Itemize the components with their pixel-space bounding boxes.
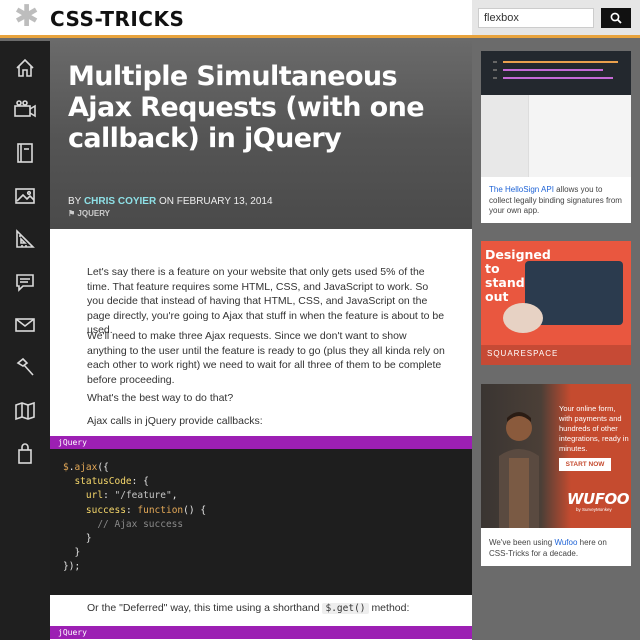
nav-map[interactable] (0, 391, 50, 431)
ad-hellosign[interactable]: The HelloSign API allows you to collect … (481, 51, 631, 223)
code-language-label-2: jQuery (50, 626, 472, 639)
nav-videos[interactable] (0, 90, 50, 130)
tag-icon: ⚑ (68, 209, 76, 218)
ad-squarespace[interactable]: Designed to stand out SQUARESPACE (481, 241, 631, 365)
ad-hellosign-copy: The HelloSign API allows you to collect … (489, 185, 625, 217)
publish-date: ON FEBRUARY 13, 2014 (158, 196, 273, 207)
map-icon (15, 401, 35, 421)
search-icon (610, 12, 622, 24)
deferred-text-after: method: (371, 602, 410, 614)
chat-icon (16, 274, 34, 292)
code-language-label: jQuery (50, 436, 472, 449)
nav-almanac[interactable] (0, 133, 50, 173)
nav-home[interactable] (0, 48, 50, 88)
ad-app-sidebar (481, 95, 529, 177)
byline: BY CHRIS COYIER ON FEBRUARY 13, 2014 (68, 196, 273, 207)
code-line: url: "/feature", (85, 490, 178, 502)
logo-star-icon[interactable]: ✱ (14, 2, 39, 32)
image-icon (15, 188, 35, 204)
ad-wufoo-photo: Your online form, with payments and hund… (481, 384, 631, 528)
wufoo-by: by SurveyMonkey (576, 507, 612, 512)
nav-jobs[interactable] (0, 348, 50, 388)
site-logo[interactable]: CSS-TRICKS (50, 7, 184, 31)
article-title: Multiple Simultaneous Ajax Requests (wit… (68, 61, 425, 154)
nav-forums[interactable] (0, 262, 50, 302)
deferred-text-before: Or the "Deferred" way, this time using a… (87, 602, 320, 614)
ad-hellosign-screenshot (481, 51, 631, 177)
ad-wufoo-caption: We've been using Wufoo here on CSS-Trick… (489, 538, 625, 559)
paragraph-1: Let's say there is a feature on your web… (87, 266, 445, 336)
nav-guides[interactable] (0, 219, 50, 259)
ad-wufoo[interactable]: Your online form, with payments and hund… (481, 384, 631, 566)
ruler-triangle-icon (16, 229, 35, 248)
search-button[interactable] (601, 8, 631, 28)
author-link[interactable]: CHRIS COYIER (84, 196, 156, 207)
wufoo-copy: Your online form, with payments and hund… (559, 404, 629, 453)
tag-link-jquery[interactable]: JQUERY (77, 209, 110, 218)
ad-squarespace-headline: Designed to stand out (485, 247, 551, 304)
paragraph-2: We'll need to make three Ajax requests. … (87, 330, 445, 386)
byline-prefix: BY (68, 196, 82, 207)
ad-app-mock (481, 95, 631, 177)
home-icon (16, 58, 34, 77)
ad-squarespace-brand: SQUARESPACE (487, 349, 559, 358)
video-icon (14, 100, 36, 118)
book-icon (17, 143, 33, 163)
paragraph-5: Or the "Deferred" way, this time using a… (87, 601, 447, 617)
wufoo-start-button[interactable]: START NOW (559, 458, 611, 471)
tag-line: ⚑ JQUERY (68, 209, 110, 218)
wufoo-caption-before: We've been using (489, 538, 553, 547)
wufoo-caption-link[interactable]: Wufoo (554, 538, 577, 547)
nav-newsletter[interactable] (0, 305, 50, 345)
code-block-1[interactable]: $.ajax({ statusCode: { url: "/feature", … (50, 449, 472, 595)
article-hero: Multiple Simultaneous Ajax Requests (wit… (50, 41, 472, 229)
hellosign-link[interactable]: The HelloSign API (489, 185, 554, 194)
wufoo-logo: WUFOO (567, 490, 629, 508)
mail-icon (15, 318, 35, 332)
person-illustration (499, 412, 539, 528)
ad-code-strip (481, 51, 631, 95)
nav-snippets[interactable] (0, 176, 50, 216)
code-line: // Ajax success (97, 518, 184, 530)
bag-icon (18, 443, 32, 464)
ad-squarespace-shape (503, 303, 543, 333)
paragraph-4: Ajax calls in jQuery provide callbacks: (87, 415, 263, 427)
code-line: } (63, 547, 81, 559)
search-input[interactable] (478, 8, 594, 28)
inline-code-get: $.get() (322, 603, 369, 614)
hammer-icon (16, 357, 34, 376)
side-nav (0, 41, 50, 640)
article-body: Let's say there is a feature on your web… (50, 229, 472, 640)
code-line: success: function() { (85, 504, 207, 516)
paragraph-3: What's the best way to do that? (87, 392, 234, 404)
code-line: $.ajax({ (63, 462, 109, 473)
code-line: }); (63, 561, 81, 573)
nav-store[interactable] (0, 434, 50, 474)
code-content: $.ajax({ statusCode: { url: "/feature", … (63, 461, 206, 575)
code-line: statusCode: { (74, 476, 149, 488)
code-line: } (63, 533, 92, 545)
